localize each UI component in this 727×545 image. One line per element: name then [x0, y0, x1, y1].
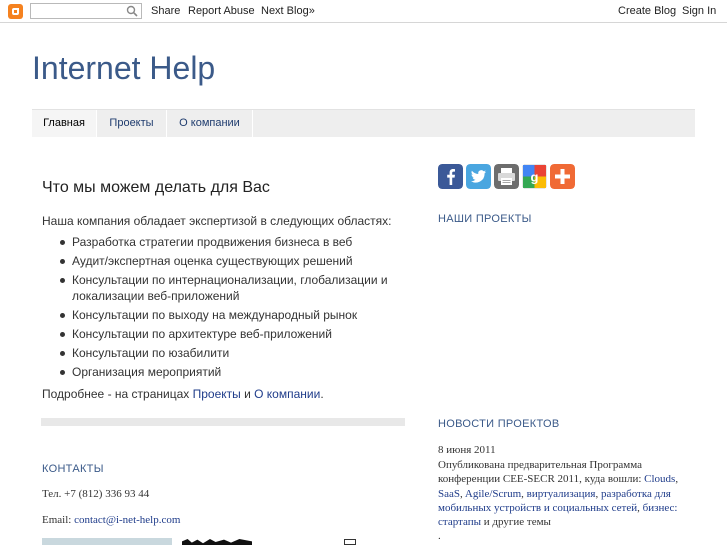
projects-link[interactable]: Проекты	[193, 387, 241, 401]
news-more: .	[438, 530, 441, 543]
print-icon[interactable]	[494, 164, 519, 189]
google-icon[interactable]: g	[522, 164, 547, 189]
report-abuse-link[interactable]: Report Abuse	[188, 5, 255, 17]
email-label: Email:	[42, 514, 75, 526]
post-title: Что мы можем делать для Вас	[42, 179, 270, 196]
news-link-saas[interactable]: SaaS	[438, 488, 460, 500]
blog-title[interactable]: Internet Help	[32, 50, 215, 87]
blogger-navbar: Share Report Abuse Next Blog» Create Blo…	[0, 0, 727, 23]
twitter-icon[interactable]	[466, 164, 491, 189]
news-date: 8 июня 2011	[438, 444, 496, 456]
facebook-icon[interactable]	[438, 164, 463, 189]
projects-heading: НАШИ ПРОЕКТЫ	[438, 213, 532, 225]
news-text-end: и другие темы	[481, 516, 551, 529]
tab-about[interactable]: О компании	[167, 110, 253, 137]
contact-email-line: Email: contact@i-net-help.com	[42, 514, 180, 526]
email-link[interactable]: contact@i-net-help.com	[74, 514, 180, 526]
contacts-heading: КОНТАКТЫ	[42, 463, 104, 475]
news-sep: ,	[675, 473, 679, 486]
news-link-agile[interactable]: Agile/Scrum	[465, 488, 521, 500]
sign-in-link[interactable]: Sign In	[682, 5, 716, 17]
list-item: Консультации по юзабилити	[60, 345, 392, 361]
create-blog-link[interactable]: Create Blog	[618, 5, 676, 17]
services-list: Разработка стратегии продвижения бизнеса…	[42, 234, 392, 383]
svg-text:g: g	[531, 170, 539, 185]
post-more-text: Подробнее - на страницах Проекты и О ком…	[42, 387, 324, 401]
list-item: Консультации по архитектуре веб-приложен…	[60, 326, 392, 342]
more-and: и	[240, 387, 255, 401]
news-text-start: Опубликована предварительная Программа к…	[438, 459, 645, 486]
more-suffix: .	[320, 387, 324, 401]
map-image[interactable]	[42, 538, 172, 545]
more-prefix: Подробнее - на страницах	[42, 387, 193, 401]
blogger-logo-icon[interactable]	[8, 4, 23, 19]
list-item: Разработка стратегии продвижения бизнеса…	[60, 234, 392, 250]
list-item: Консультации по выходу на международный …	[60, 307, 392, 323]
post-divider	[41, 418, 405, 426]
contact-phone: Тел. +7 (812) 336 93 44	[42, 488, 150, 500]
search-icon[interactable]	[126, 5, 138, 17]
more-share-icon[interactable]	[550, 164, 575, 189]
navbar-search-box[interactable]	[30, 3, 142, 19]
news-link-clouds[interactable]: Clouds	[644, 473, 675, 485]
list-item: Консультации по интернационализации, гло…	[60, 272, 392, 304]
tab-home[interactable]: Главная	[32, 110, 97, 137]
news-text: Опубликована предварительная Программа к…	[438, 458, 688, 544]
page-tabs: Главная Проекты О компании	[32, 109, 695, 137]
news-heading: НОВОСТИ ПРОЕКТОВ	[438, 418, 560, 430]
share-link[interactable]: Share	[151, 5, 180, 17]
post-intro: Наша компания обладает экспертизой в сле…	[42, 214, 392, 228]
navbar-search-input[interactable]	[31, 4, 130, 18]
news-link-virtualization[interactable]: виртуализация	[527, 488, 596, 500]
next-blog-link[interactable]: Next Blog»	[261, 5, 315, 17]
list-item: Аудит/экспертная оценка существующих реш…	[60, 253, 392, 269]
map-control-icon[interactable]	[344, 539, 356, 545]
tab-projects[interactable]: Проекты	[97, 110, 167, 137]
about-link[interactable]: О компании	[254, 387, 320, 401]
list-item: Организация мероприятий	[60, 364, 392, 380]
map-label-image	[182, 539, 252, 545]
